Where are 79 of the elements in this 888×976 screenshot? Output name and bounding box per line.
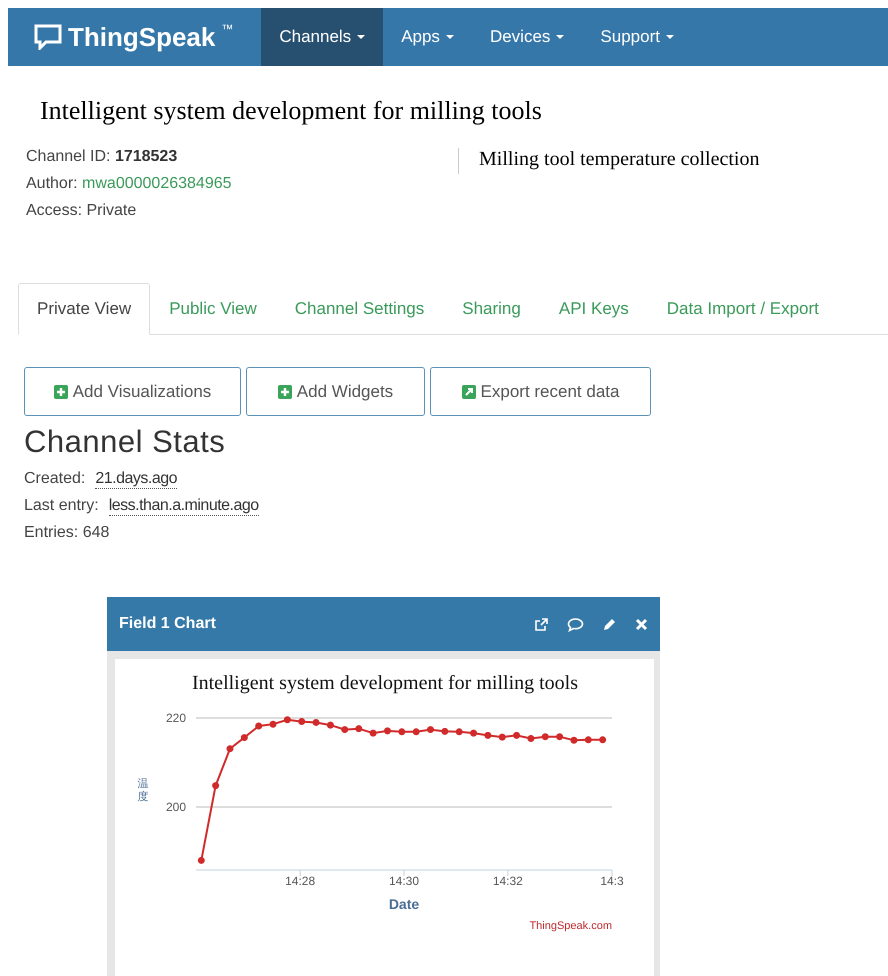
plus-icon: [278, 384, 292, 398]
author-label: Author:: [26, 175, 78, 192]
caret-icon: [357, 35, 366, 39]
external-link-icon[interactable]: [534, 616, 549, 632]
nav-menu[interactable]: Channels: [261, 8, 384, 66]
logo-icon: [34, 24, 62, 50]
stat-label: Last entry:: [24, 497, 99, 516]
data-point: [284, 716, 291, 724]
credit-link[interactable]: ThingSpeak.com: [529, 920, 612, 932]
channel-id: Channel ID: 1718523: [26, 148, 178, 166]
data-point: [370, 730, 377, 737]
action-button[interactable]: Export recent data: [430, 367, 651, 416]
brand-name[interactable]: ThingSpeak: [68, 22, 216, 52]
export-icon: [462, 384, 476, 398]
stat-text: Entries: 648: [24, 524, 110, 543]
nav-menu[interactable]: Support: [582, 8, 692, 66]
data-point: [355, 725, 362, 732]
data-point: [570, 736, 578, 744]
author-link[interactable]: mwa0000026384965: [82, 175, 232, 192]
data-point: [542, 733, 549, 740]
data-point: [556, 733, 564, 740]
y-tick-label: 200: [166, 800, 186, 814]
data-point: [441, 728, 448, 735]
stat-value: 21.days.ago: [95, 470, 178, 489]
channel-description: Milling tool temperature collection: [458, 148, 760, 174]
data-point: [298, 718, 306, 726]
data-point: [212, 782, 220, 790]
x-tick-label: 14:3: [600, 874, 624, 888]
close-icon[interactable]: [635, 618, 648, 630]
data-point: [498, 734, 506, 741]
caret-icon: [556, 35, 564, 39]
action-button[interactable]: Add Widgets: [246, 367, 425, 416]
tab[interactable]: API Keys: [540, 283, 648, 335]
x-axis-label: Date: [388, 896, 420, 912]
data-point: [255, 722, 262, 730]
tab[interactable]: Public View: [150, 283, 276, 335]
action-button[interactable]: Add Visualizations: [24, 367, 241, 416]
plus-icon: [54, 384, 68, 398]
data-point: [527, 734, 534, 742]
tab[interactable]: Data Import / Export: [648, 283, 838, 335]
tab[interactable]: Channel Settings: [276, 283, 444, 335]
tab[interactable]: Sharing: [443, 283, 540, 335]
chart-widget-title: Field 1 Chart: [119, 615, 217, 633]
y-axis-label: 温度: [138, 778, 148, 803]
stat-value: less.than.a.minute.ago: [108, 497, 259, 516]
data-point: [341, 726, 348, 734]
x-tick-label: 14:28: [285, 874, 316, 888]
data-point: [470, 730, 478, 737]
x-tick-label: 14:30: [388, 874, 420, 888]
stat-label: Created:: [24, 470, 86, 489]
channel-title: Intelligent system development for milling tools: [40, 96, 543, 126]
stats-heading: Channel Stats: [24, 424, 226, 460]
nav-menu[interactable]: Apps: [383, 8, 472, 66]
channel-access: Access: Private: [26, 202, 138, 220]
data-point: [270, 720, 277, 728]
caret-icon: [446, 35, 454, 39]
data-point: [427, 726, 434, 734]
trademark-mark: ™: [221, 22, 234, 36]
data-point: [326, 722, 334, 729]
data-point: [456, 728, 463, 736]
comment-icon[interactable]: [567, 616, 584, 632]
data-point: [398, 728, 406, 736]
data-point: [226, 745, 234, 752]
tab[interactable]: Private View: [18, 283, 150, 335]
data-point: [412, 728, 420, 736]
data-point: [584, 736, 592, 744]
y-tick-label: 220: [166, 711, 186, 725]
data-point: [240, 734, 248, 742]
data-point: [198, 856, 205, 864]
nav-menu[interactable]: Devices: [472, 8, 582, 66]
data-point: [312, 718, 320, 726]
data-point: [484, 732, 492, 739]
chart-title: Intelligent system development for milling tools: [192, 672, 578, 694]
data-point: [384, 727, 391, 734]
x-tick-label: 14:32: [492, 874, 523, 888]
pencil-icon[interactable]: [602, 616, 617, 632]
caret-icon: [666, 35, 674, 39]
data-point: [513, 732, 520, 739]
data-point: [599, 736, 606, 744]
